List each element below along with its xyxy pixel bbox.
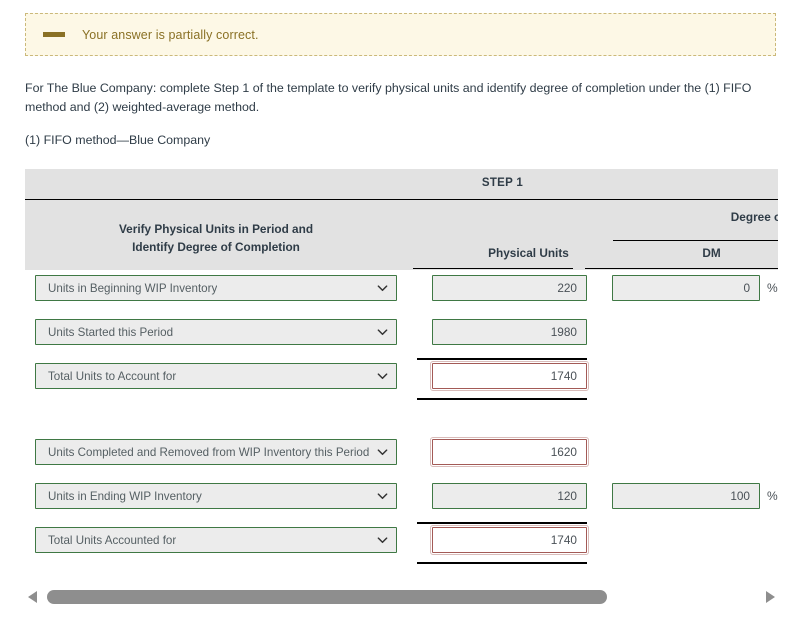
total-rule-bottom	[417, 562, 587, 564]
row-label-select[interactable]: Units Completed and Removed from WIP Inv…	[35, 439, 397, 465]
partially-correct-alert: Your answer is partially correct.	[25, 13, 776, 56]
physical-units-input[interactable]: 120	[432, 483, 587, 509]
step1-header-row: STEP 1	[25, 169, 778, 200]
table-row: Units Completed and Removed from WIP Inv…	[25, 434, 778, 478]
percent-symbol: %	[767, 489, 778, 503]
physical-units-input[interactable]: 1980	[432, 319, 587, 345]
table-row: Total Units to Account for 1740	[25, 358, 778, 402]
row-label-text: Total Units Accounted for	[48, 534, 176, 547]
scrollbar-thumb[interactable]	[47, 590, 607, 604]
table-row: Units in Beginning WIP Inventory 220 0%	[25, 270, 778, 314]
row-label-text: Units Completed and Removed from WIP Inv…	[48, 446, 369, 459]
row-label-text: Units in Beginning WIP Inventory	[48, 282, 217, 295]
row-spacer	[25, 402, 778, 434]
physical-units-input[interactable]: 1620	[432, 439, 587, 465]
step1-table: STEP 1 Verify Physical Units in Period a…	[25, 169, 778, 579]
horizontal-scrollbar[interactable]	[25, 586, 778, 608]
physical-units-input[interactable]: 1740	[432, 527, 587, 553]
chevron-down-icon	[377, 447, 388, 458]
table-row: Total Units Accounted for 1740	[25, 522, 778, 566]
total-rule-top	[417, 358, 587, 360]
dm-percent-input[interactable]: 0	[612, 275, 760, 301]
row-label-text: Units Started this Period	[48, 326, 173, 339]
method-subheading: (1) FIFO method—Blue Company	[25, 133, 210, 147]
minus-icon	[43, 32, 65, 37]
verify-header-line-1: Verify Physical Units in Period and	[25, 220, 407, 238]
verify-header-line-2: Identify Degree of Completion	[25, 238, 407, 256]
chevron-down-icon	[377, 327, 388, 338]
degree-header-rule	[613, 240, 778, 241]
chevron-down-icon	[377, 371, 388, 382]
triangle-right-icon[interactable]	[762, 586, 778, 608]
scrollbar-track[interactable]	[47, 590, 756, 604]
physical-units-input[interactable]: 1740	[432, 363, 587, 389]
dm-header-rule	[585, 268, 778, 269]
row-label-select[interactable]: Units in Beginning WIP Inventory	[35, 275, 397, 301]
row-label-select[interactable]: Units Started this Period	[35, 319, 397, 345]
table-row: Units Started this Period 1980	[25, 314, 778, 358]
row-label-select[interactable]: Total Units Accounted for	[35, 527, 397, 553]
table-row: Units in Ending WIP Inventory 120 100%	[25, 478, 778, 522]
row-label-select[interactable]: Units in Ending WIP Inventory	[35, 483, 397, 509]
physical-units-header: Physical Units	[441, 246, 616, 260]
dm-header: DM	[629, 246, 778, 260]
physical-units-header-rule	[413, 268, 573, 269]
row-label-select[interactable]: Total Units to Account for	[35, 363, 397, 389]
column-header-row: Verify Physical Units in Period and Iden…	[25, 200, 778, 270]
table-body: Units in Beginning WIP Inventory2200%Uni…	[25, 270, 778, 566]
degree-of-completion-header: Degree of	[613, 210, 778, 224]
total-rule-top	[417, 522, 587, 524]
step1-label: STEP 1	[25, 177, 778, 189]
verify-column-header: Verify Physical Units in Period and Iden…	[25, 220, 407, 256]
dm-percent-input[interactable]: 100	[612, 483, 760, 509]
physical-units-input[interactable]: 220	[432, 275, 587, 301]
alert-message: Your answer is partially correct.	[82, 28, 259, 42]
chevron-down-icon	[377, 535, 388, 546]
chevron-down-icon	[377, 283, 388, 294]
table-header: STEP 1 Verify Physical Units in Period a…	[25, 169, 778, 270]
percent-symbol: %	[767, 281, 778, 295]
row-label-text: Total Units to Account for	[48, 370, 176, 383]
instructions-paragraph: For The Blue Company: complete Step 1 of…	[25, 79, 765, 117]
row-label-text: Units in Ending WIP Inventory	[48, 490, 202, 503]
total-rule-bottom	[417, 398, 587, 400]
triangle-left-icon[interactable]	[25, 586, 41, 608]
chevron-down-icon	[377, 491, 388, 502]
